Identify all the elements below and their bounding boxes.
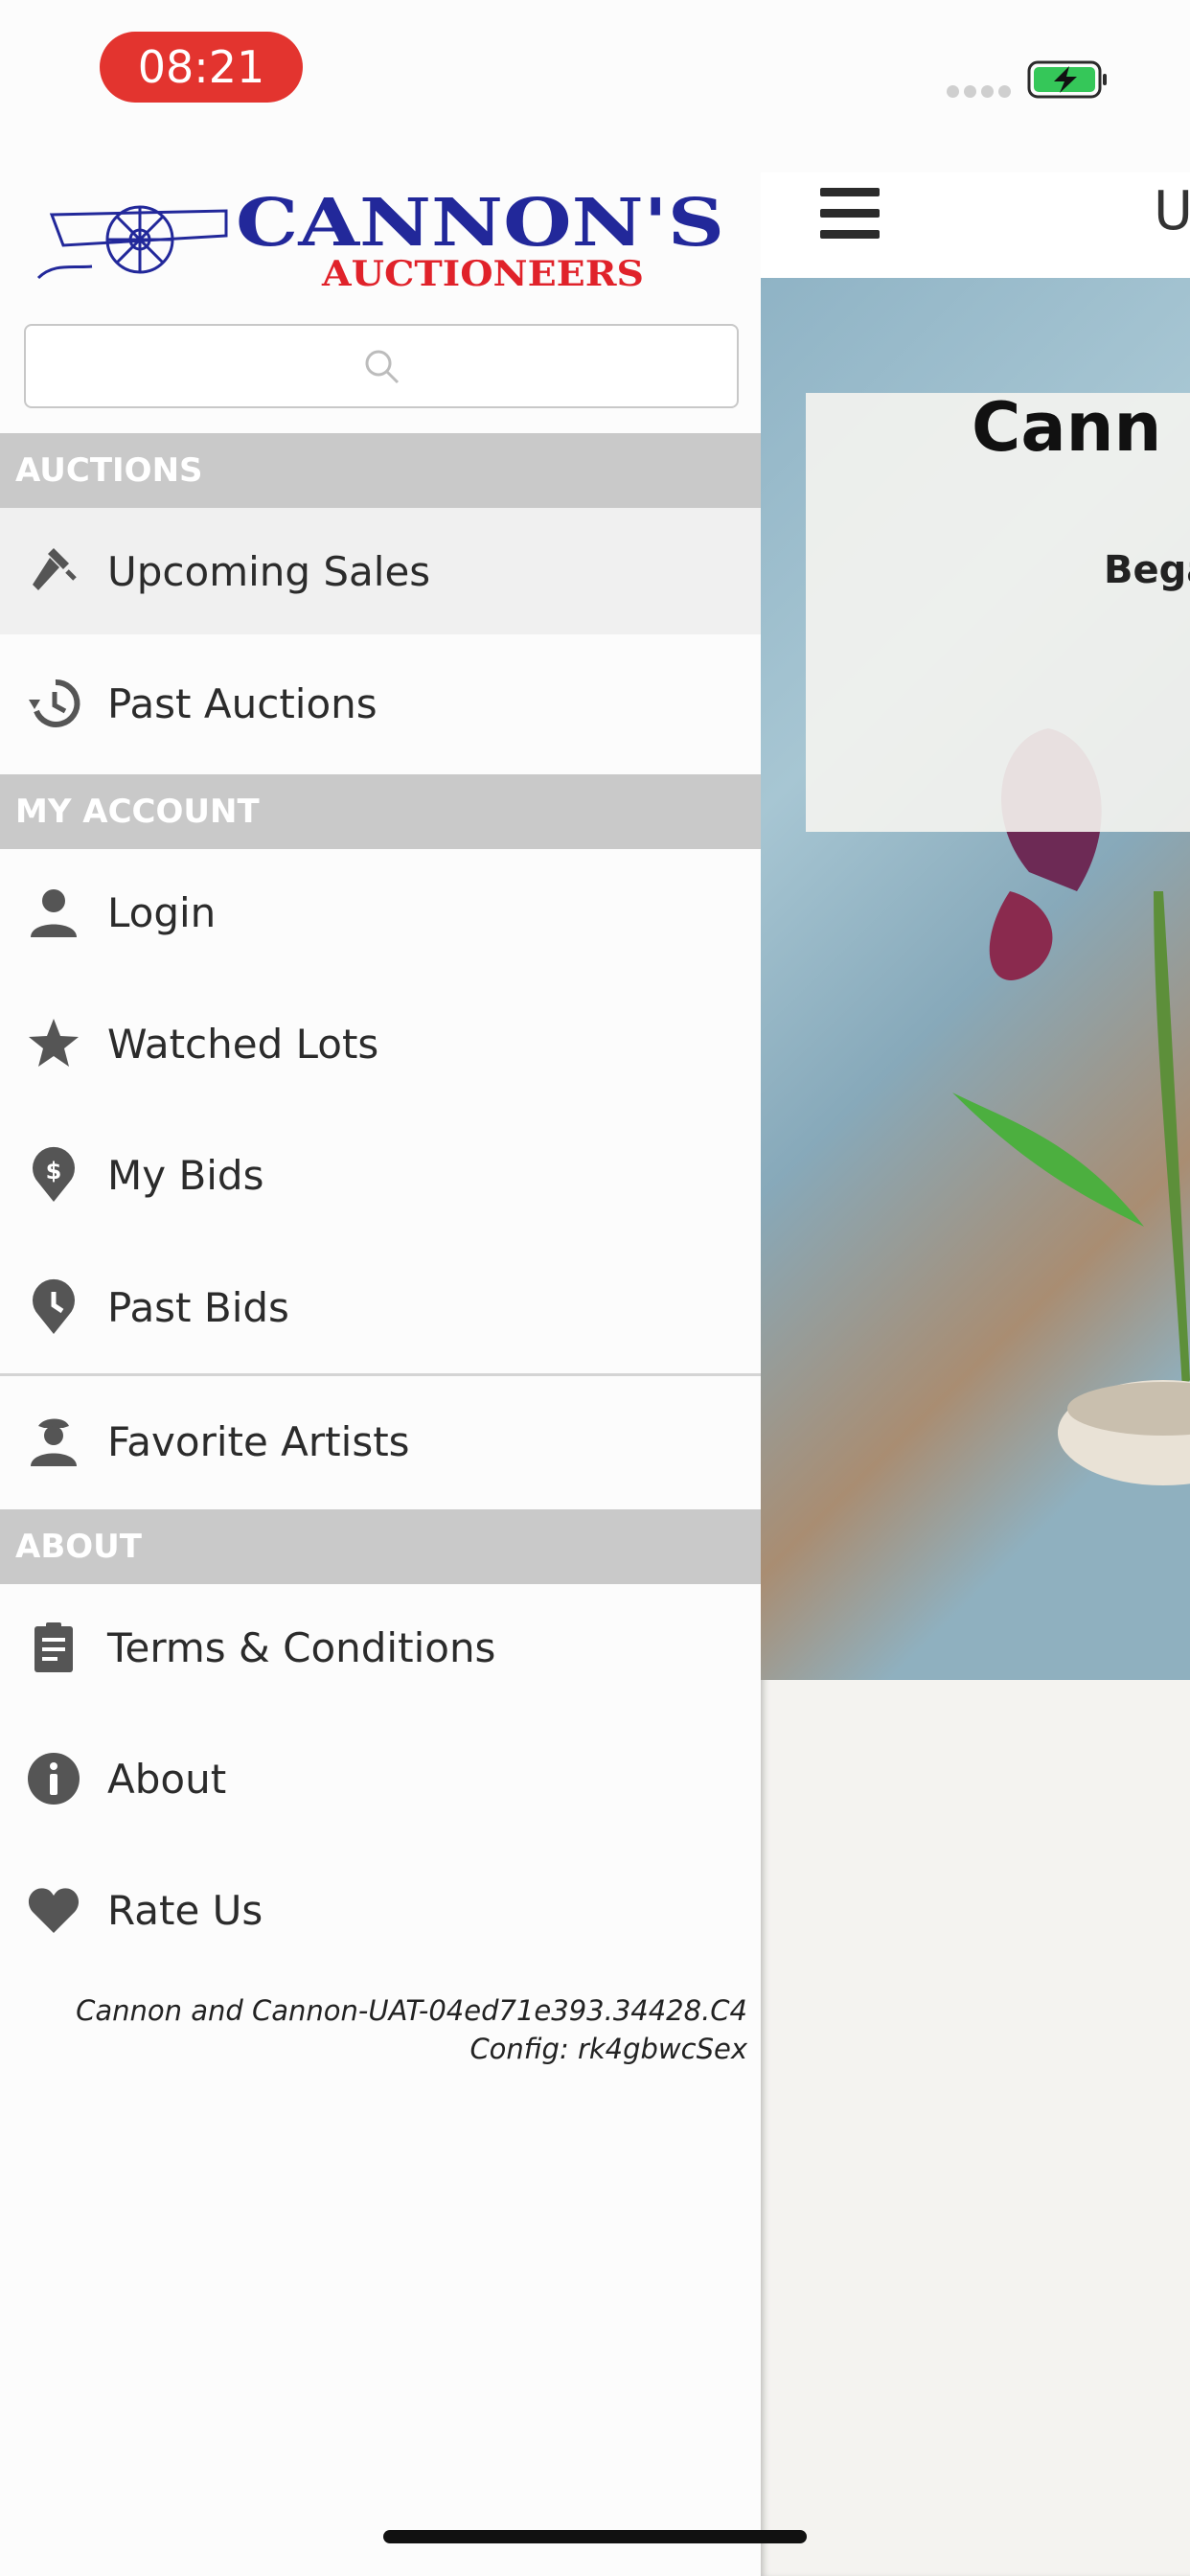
- history-icon: [29, 678, 80, 727]
- user-icon: [31, 889, 77, 937]
- heart-icon: [28, 1888, 80, 1933]
- menu-item-past-bids[interactable]: Past Bids: [0, 1244, 761, 1370]
- artist-icon: [31, 1418, 77, 1466]
- clock-pin-icon: [33, 1278, 75, 1334]
- menu-label: Watched Lots: [107, 1020, 379, 1068]
- status-time: 08:21: [100, 32, 303, 103]
- battery-charging-icon: [1027, 60, 1107, 99]
- main-header-title: U: [1154, 180, 1190, 242]
- menu-item-about[interactable]: About: [0, 1715, 761, 1842]
- section-header-about: ABOUT: [0, 1509, 761, 1584]
- main-content: U Cann Beg: [761, 172, 1190, 2576]
- search-input[interactable]: [26, 326, 737, 406]
- cannon-icon: [36, 205, 228, 280]
- build-version-text: Cannon and Cannon-UAT-04ed71e393.34428.C…: [76, 1994, 747, 2027]
- menu-label: Terms & Conditions: [107, 1623, 496, 1671]
- menu-item-my-bids[interactable]: $ My Bids: [0, 1112, 761, 1238]
- menu-item-favorite-artists[interactable]: Favorite Artists: [0, 1378, 761, 1505]
- brand-logo[interactable]: CANNON'S AUCTIONEERS: [34, 186, 730, 291]
- hero-banner[interactable]: Cann Bega: [761, 278, 1190, 1680]
- svg-text:CANNON'S: CANNON'S: [236, 186, 724, 262]
- menu-item-past-auctions[interactable]: Past Auctions: [0, 640, 761, 767]
- section-header-auctions: AUCTIONS: [0, 433, 761, 508]
- menu-label: Favorite Artists: [107, 1417, 410, 1465]
- navigation-drawer: CANNON'S AUCTIONEERS AUCTIONS Upcoming S…: [0, 172, 761, 2576]
- section-header-my-account: MY ACCOUNT: [0, 774, 761, 849]
- gavel-icon: [33, 548, 77, 590]
- svg-text:$: $: [46, 1158, 62, 1184]
- version-info: Cannon and Cannon-UAT-04ed71e393.34428.C…: [19, 1991, 747, 2068]
- home-indicator[interactable]: [383, 2530, 807, 2543]
- main-header: U: [761, 172, 1190, 278]
- menu-label: Upcoming Sales: [107, 547, 431, 595]
- menu-item-rate-us[interactable]: Rate Us: [0, 1847, 761, 1973]
- dollar-pin-icon: $: [33, 1146, 75, 1202]
- hero-title: Cann: [972, 388, 1162, 467]
- svg-text:AUCTIONEERS: AUCTIONEERS: [321, 254, 644, 291]
- menu-label: Rate Us: [107, 1886, 263, 1934]
- menu-label: About: [107, 1755, 227, 1803]
- search-field[interactable]: [24, 324, 739, 408]
- menu-item-terms[interactable]: Terms & Conditions: [0, 1584, 761, 1711]
- menu-item-watched-lots[interactable]: Watched Lots: [0, 980, 761, 1107]
- signal-icon: [947, 85, 1011, 98]
- menu-label: Past Auctions: [107, 679, 378, 727]
- menu-label: Login: [107, 888, 217, 936]
- menu-label: Past Bids: [107, 1283, 289, 1331]
- config-text: Config: rk4gbwcSex: [469, 2033, 747, 2065]
- menu-label: My Bids: [107, 1151, 264, 1199]
- app-screen: 08:21 U Cann Beg CANNON'S AUCTIONEERS AU…: [0, 0, 1190, 2576]
- menu-item-upcoming-sales[interactable]: Upcoming Sales: [0, 508, 761, 634]
- status-bar: 08:21: [0, 0, 1190, 144]
- menu-divider: [0, 1373, 761, 1376]
- document-icon: [34, 1622, 73, 1672]
- info-icon: [28, 1753, 80, 1805]
- hamburger-menu-button[interactable]: [820, 188, 880, 245]
- menu-item-login[interactable]: Login: [0, 849, 761, 976]
- hero-subtitle: Bega: [1104, 548, 1190, 592]
- star-icon: [29, 1019, 79, 1067]
